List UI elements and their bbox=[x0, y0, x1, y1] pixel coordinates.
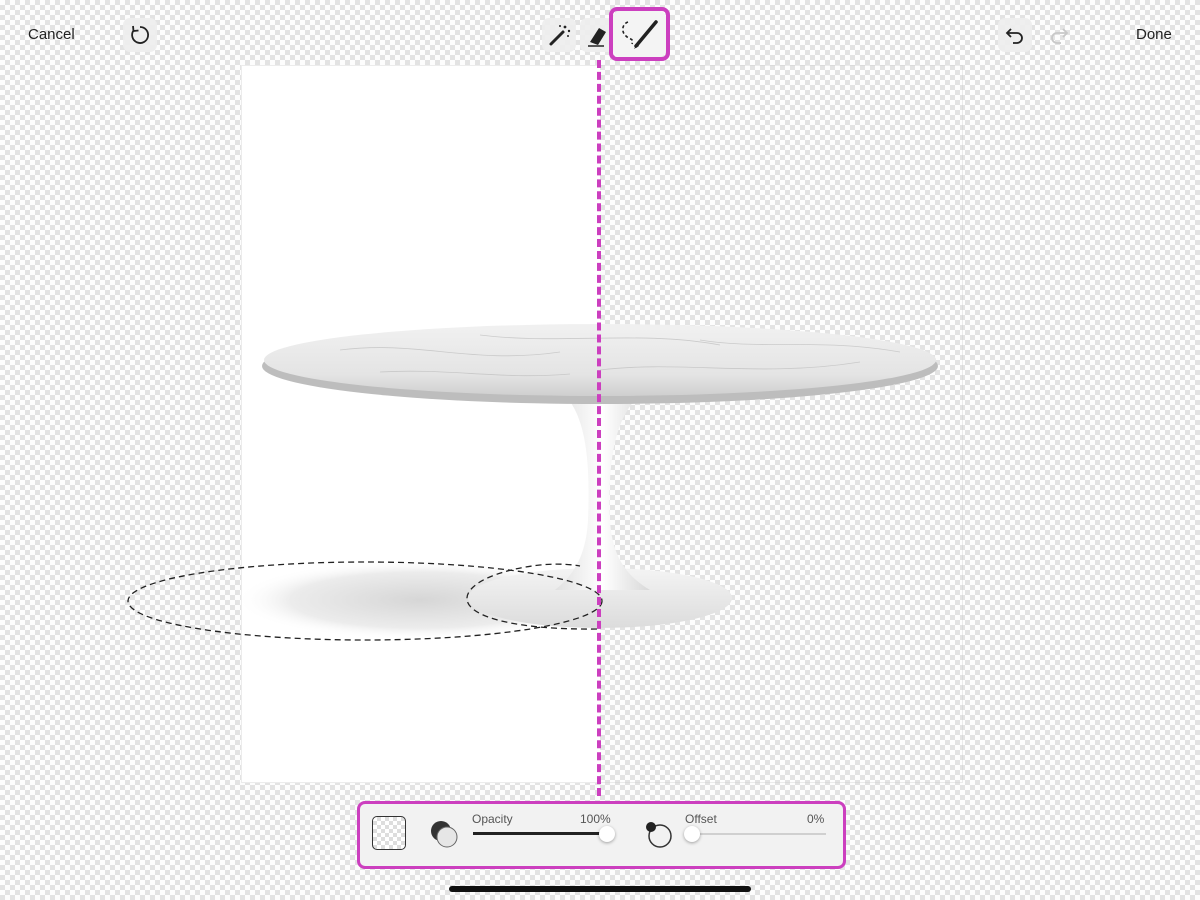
opacity-label: Opacity bbox=[472, 812, 513, 826]
opacity-value: 100% bbox=[580, 812, 611, 826]
offset-icon bbox=[642, 818, 674, 850]
home-indicator bbox=[449, 886, 751, 892]
offset-label: Offset bbox=[685, 812, 717, 826]
offset-value: 0% bbox=[807, 812, 825, 826]
offset-slider-thumb[interactable] bbox=[684, 826, 700, 842]
opacity-slider-fill bbox=[473, 832, 607, 835]
shadow-settings-panel: Opacity 100% Offset 0% bbox=[357, 801, 846, 869]
background-swatch-button[interactable] bbox=[372, 816, 406, 850]
table-stem bbox=[555, 395, 650, 590]
opacity-slider-thumb[interactable] bbox=[599, 826, 615, 842]
split-divider[interactable] bbox=[597, 60, 601, 796]
offset-slider-track[interactable] bbox=[692, 833, 826, 835]
opacity-icon bbox=[428, 818, 460, 850]
